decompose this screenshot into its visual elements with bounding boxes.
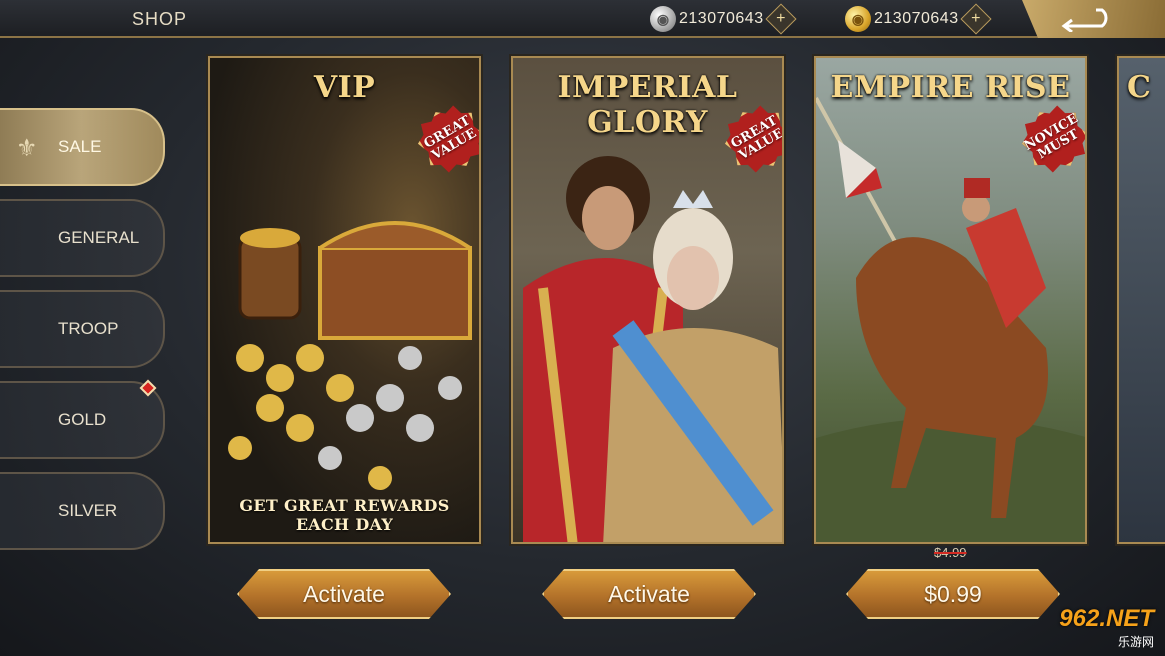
watermark-sub: 乐游网 bbox=[1117, 634, 1154, 649]
card-title: VIP bbox=[313, 70, 376, 105]
offer-card-empire-rise[interactable]: EMPIRE RISE NOVICE MUST bbox=[814, 56, 1087, 544]
activate-vip-button[interactable]: Activate bbox=[237, 569, 451, 619]
silver-currency: ◉ 213070643 + bbox=[650, 3, 797, 35]
sidebar-item-general[interactable]: GENERAL bbox=[0, 199, 165, 277]
sidebar-item-gold[interactable]: GOLD bbox=[0, 381, 165, 459]
card-footer-text: GET GREAT REWARDS EACH DAY bbox=[239, 496, 450, 534]
sidebar-item-silver[interactable]: SILVER bbox=[0, 472, 165, 550]
sidebar-item-label: SILVER bbox=[58, 501, 118, 520]
offer-card-vip[interactable]: VIP GREAT VALUE GET GREAT REWARDS EACH D… bbox=[208, 56, 481, 544]
back-button[interactable] bbox=[1022, 0, 1165, 38]
original-price: $4.99 bbox=[934, 545, 967, 560]
sidebar-item-label: SALE bbox=[58, 137, 102, 156]
offer-card-partial[interactable]: C bbox=[1117, 56, 1165, 544]
sidebar-item-label: TROOP bbox=[58, 319, 119, 338]
activate-imperial-glory-button[interactable]: Activate bbox=[542, 569, 756, 619]
top-bar: SHOP ◉ 213070643 + ◉ 213070643 + bbox=[0, 0, 1165, 38]
site-watermark: 962.NET 乐游网 bbox=[1022, 604, 1162, 650]
offer-card-imperial-glory[interactable]: IMPERIAL GLORY GREAT VALUE bbox=[511, 56, 784, 544]
card-title: C bbox=[1127, 70, 1152, 105]
back-arrow-icon bbox=[1061, 8, 1108, 32]
card-title: EMPIRE RISE bbox=[830, 70, 1071, 105]
sidebar-item-label: GOLD bbox=[58, 410, 107, 429]
silver-amount: 213070643 bbox=[679, 10, 764, 27]
gold-coin-icon: ◉ bbox=[845, 6, 871, 32]
add-gold-button[interactable]: + bbox=[960, 3, 992, 35]
sidebar-item-label: GENERAL bbox=[58, 228, 140, 247]
gold-currency: ◉ 213070643 + bbox=[845, 3, 992, 35]
silver-coin-icon: ◉ bbox=[650, 6, 676, 32]
gold-amount: 213070643 bbox=[874, 10, 959, 27]
add-silver-button[interactable]: + bbox=[765, 3, 797, 35]
watermark-brand: 962.NET bbox=[1059, 604, 1154, 632]
fleur-de-lis-icon: ⚜ bbox=[16, 135, 38, 162]
sidebar-item-troop[interactable]: TROOP bbox=[0, 290, 165, 368]
page-title: SHOP bbox=[132, 9, 188, 29]
sidebar-item-sale[interactable]: ⚜ SALE bbox=[0, 108, 165, 186]
